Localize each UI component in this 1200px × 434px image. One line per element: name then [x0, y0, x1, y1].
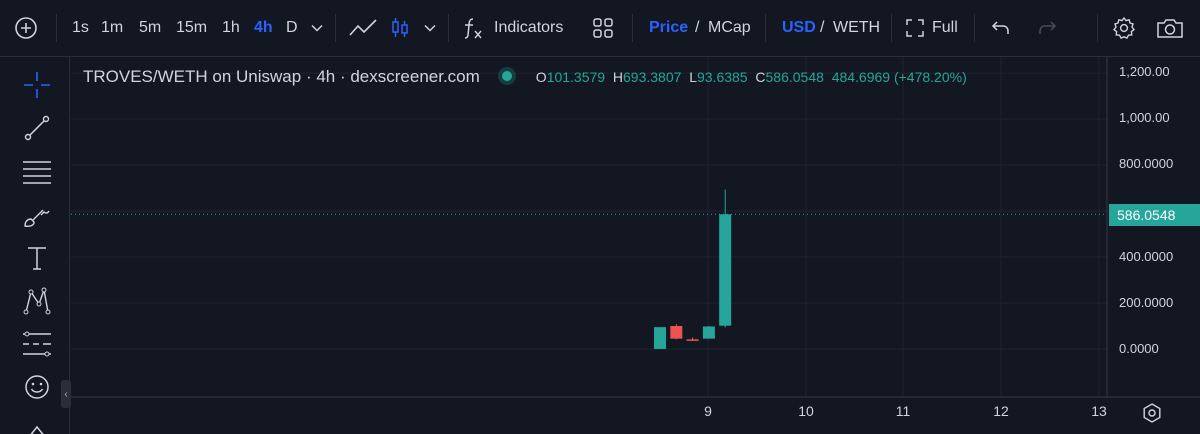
redo-icon[interactable]: [1031, 12, 1063, 44]
chart-grid: [71, 57, 1107, 397]
interval-1m[interactable]: 1m: [101, 12, 123, 44]
candle-body: [702, 326, 715, 339]
price-tick: 400.0000: [1119, 249, 1174, 264]
high-label: H: [612, 69, 623, 85]
toolbar-divider: [891, 14, 892, 42]
templates-grid-icon[interactable]: [587, 12, 619, 44]
last-price-label: 586.0548: [1109, 204, 1200, 226]
toolbar-divider: [56, 14, 57, 42]
mcap-toggle[interactable]: MCap: [708, 12, 751, 44]
candles-chart-icon[interactable]: [384, 12, 416, 44]
line-chart-icon[interactable]: [346, 12, 380, 44]
time-tick: 10: [798, 403, 814, 419]
candle-body: [719, 214, 732, 326]
price-chart[interactable]: [71, 57, 1200, 434]
top-toolbar: 1s 1m 5m 15m 1h 4h D Indicators Price / …: [0, 0, 1200, 57]
pattern-tool-icon[interactable]: [17, 281, 57, 321]
interval-4h[interactable]: 4h: [254, 12, 273, 44]
chart-type-chevron-down-icon[interactable]: [417, 12, 443, 44]
price-tick: 1,000.00: [1119, 110, 1170, 125]
interval-1s[interactable]: 1s: [72, 12, 89, 44]
add-symbol-icon[interactable]: [10, 12, 42, 44]
ruler-icon[interactable]: [17, 417, 57, 434]
interval-1h[interactable]: 1h: [222, 12, 240, 44]
fx-icon[interactable]: [460, 12, 488, 44]
time-tick: 9: [704, 403, 712, 419]
candle-body: [670, 326, 683, 339]
change-value: 484.6969 (+478.20%): [831, 69, 967, 85]
price-mcap-divider: /: [695, 19, 700, 36]
toolbar-divider: [974, 14, 975, 42]
price-tick: 1,200.00: [1119, 64, 1170, 79]
time-tick: 12: [993, 403, 1009, 419]
low-label: L: [689, 69, 697, 85]
toolbar-divider: [448, 14, 449, 42]
interval-15m[interactable]: 15m: [176, 12, 207, 44]
toolbar-divider: [1097, 14, 1098, 42]
open-label: O: [535, 69, 547, 85]
price-toggle[interactable]: Price: [649, 12, 688, 44]
close-label: C: [755, 69, 766, 85]
brush-icon[interactable]: [17, 195, 57, 235]
text-tool-icon[interactable]: [17, 238, 57, 278]
market-status-dot: [501, 71, 512, 81]
price-tick: 0.0000: [1119, 341, 1159, 356]
interval-chevron-down-icon[interactable]: [303, 12, 331, 44]
camera-screenshot-icon[interactable]: [1152, 12, 1188, 44]
low-value: 93.6385: [696, 69, 748, 85]
indicators-button[interactable]: Indicators: [494, 12, 563, 44]
toolbar-divider: [765, 14, 766, 42]
time-tick: 13: [1091, 403, 1107, 419]
interval-d[interactable]: D: [286, 12, 298, 44]
open-value: 101.3579: [546, 69, 606, 85]
emoji-icon[interactable]: [17, 367, 57, 407]
candle-body: [686, 339, 699, 341]
crosshair-icon[interactable]: [17, 65, 57, 105]
undo-icon[interactable]: [985, 12, 1017, 44]
price-tick: 200.0000: [1119, 295, 1174, 310]
trend-line-icon[interactable]: [17, 108, 57, 148]
price-tick: 800.0000: [1119, 156, 1174, 171]
high-value: 693.3807: [623, 69, 682, 85]
fib-levels-icon[interactable]: [17, 152, 57, 192]
close-value: 586.0548: [765, 69, 824, 85]
ohlc-values: O101.3579 H693.3807 L93.6385 C586.0548 4…: [536, 69, 967, 85]
chart-legend: TROVES/WETH on Uniswap · 4h · dexscreene…: [83, 64, 967, 90]
fullscreen-icon[interactable]: [902, 12, 928, 44]
forecast-tool-icon[interactable]: [17, 324, 57, 364]
usd-weth-divider: /: [820, 19, 825, 36]
time-axis-settings-icon[interactable]: [1141, 402, 1163, 424]
interval-5m[interactable]: 5m: [139, 12, 161, 44]
toolbar-divider: [335, 14, 336, 42]
full-button[interactable]: Full: [932, 12, 958, 44]
drawing-toolbar: [0, 57, 70, 434]
collapse-toolbar-chevron-left-icon[interactable]: ‹: [61, 380, 71, 408]
time-tick: 11: [895, 403, 911, 419]
candles: [654, 189, 732, 349]
settings-gear-icon[interactable]: [1108, 12, 1140, 44]
candle-body: [654, 327, 666, 349]
usd-toggle[interactable]: USD: [782, 12, 816, 44]
symbol-title[interactable]: TROVES/WETH on Uniswap · 4h · dexscreene…: [83, 67, 480, 86]
weth-toggle[interactable]: WETH: [833, 12, 880, 44]
toolbar-divider: [632, 14, 633, 42]
